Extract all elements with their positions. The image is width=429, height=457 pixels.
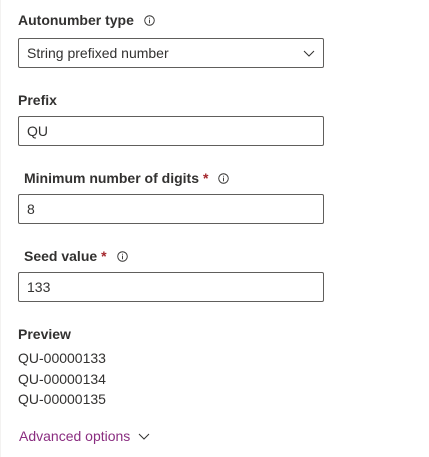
required-asterisk: *	[101, 248, 107, 264]
preview-item: QU-00000134	[18, 371, 106, 387]
chevron-down-icon	[303, 50, 315, 57]
seed-value-label: Seed value *	[24, 248, 128, 264]
autonumber-type-label: Autonumber type	[18, 12, 155, 28]
info-icon[interactable]	[116, 250, 128, 262]
min-digits-input[interactable]: 8	[18, 194, 324, 224]
left-edge-divider	[0, 0, 1, 457]
min-digits-label: Minimum number of digits *	[24, 170, 230, 186]
info-icon[interactable]	[144, 14, 155, 26]
required-asterisk: *	[203, 170, 209, 186]
min-digits-value: 8	[27, 201, 35, 217]
preview-item: QU-00000135	[18, 391, 106, 407]
autonumber-type-label-text: Autonumber type	[18, 12, 134, 28]
prefix-label-text: Prefix	[18, 92, 57, 108]
chevron-down-icon	[138, 433, 150, 440]
autonumber-type-dropdown[interactable]: String prefixed number	[18, 38, 324, 68]
info-icon[interactable]	[218, 172, 230, 184]
min-digits-label-text: Minimum number of digits	[24, 170, 199, 186]
prefix-value: QU	[27, 123, 48, 139]
preview-label-text: Preview	[18, 326, 71, 342]
prefix-label: Prefix	[18, 92, 57, 108]
seed-value-input[interactable]: 133	[18, 272, 324, 302]
advanced-options-link[interactable]: Advanced options	[19, 428, 150, 444]
seed-value-label-text: Seed value	[24, 248, 98, 264]
advanced-options-label: Advanced options	[19, 428, 131, 444]
seed-value-value: 133	[27, 279, 51, 295]
autonumber-type-value: String prefixed number	[27, 45, 169, 61]
preview-label: Preview	[18, 326, 71, 342]
prefix-input[interactable]: QU	[18, 116, 324, 146]
preview-item: QU-00000133	[18, 350, 106, 366]
